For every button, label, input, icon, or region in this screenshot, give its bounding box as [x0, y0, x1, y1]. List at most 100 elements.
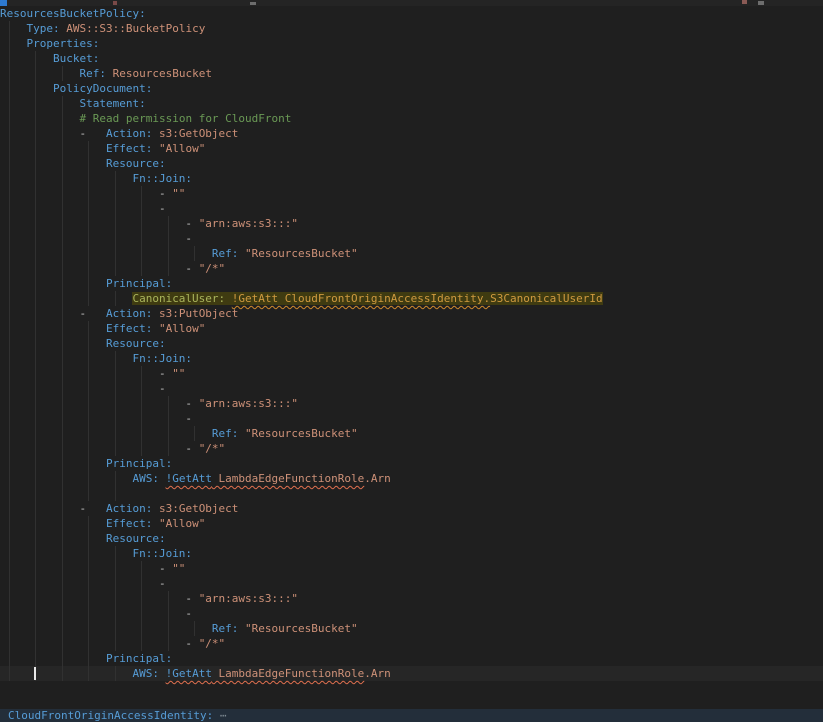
code-token: Fn::Join: [132, 172, 193, 185]
indent-guide [167, 411, 169, 426]
code-line[interactable]: CanonicalUser: !GetAtt CloudFrontOriginA… [0, 291, 823, 306]
code-line[interactable]: Properties: [0, 36, 823, 51]
code-token: CanonicalUser: [132, 292, 226, 305]
indent-guide [88, 411, 90, 426]
code-token: Resource: [105, 337, 166, 350]
indent-guide [88, 636, 90, 651]
indent-guide [9, 111, 10, 126]
indent-guide [35, 276, 37, 291]
code-line[interactable]: - "" [0, 561, 823, 576]
code-line[interactable]: - "" [0, 366, 823, 381]
code-line[interactable]: Ref: "ResourcesBucket" [0, 426, 823, 441]
code-line[interactable]: Principal: [0, 651, 823, 666]
code-token: - [0, 187, 173, 200]
code-line[interactable]: - Action: s3:GetObject [0, 501, 823, 516]
indent-guide [114, 411, 116, 426]
indent-guide [114, 381, 116, 396]
indent-guide [61, 351, 63, 366]
code-area[interactable]: ResourcesBucketPolicy: Type: AWS::S3::Bu… [0, 6, 823, 681]
code-line[interactable]: AWS: !GetAtt LambdaEdgeFunctionRole.Arn [0, 471, 823, 486]
code-token: - [0, 232, 193, 245]
indent-guide [61, 201, 63, 216]
indent-guide [114, 291, 116, 306]
code-line[interactable]: - "/*" [0, 261, 823, 276]
folded-next-resource-line[interactable]: CloudFrontOriginAccessIdentity: ⋯ [0, 709, 823, 722]
code-line[interactable]: - [0, 576, 823, 591]
code-line[interactable]: - "/*" [0, 441, 823, 456]
indent-guide [61, 606, 63, 621]
code-line[interactable]: Statement: [0, 96, 823, 111]
indent-guide [141, 381, 143, 396]
indent-guide [35, 411, 37, 426]
indent-guide [88, 621, 90, 636]
code-token: .Arn [364, 667, 391, 680]
indent-guide [88, 201, 90, 216]
code-line[interactable]: Fn::Join: [0, 351, 823, 366]
indent-guide [167, 216, 169, 231]
indent-guide [35, 216, 37, 231]
indent-guide [61, 576, 63, 591]
indent-guide [35, 186, 37, 201]
code-line[interactable]: - "arn:aws:s3:::" [0, 591, 823, 606]
code-line[interactable]: - "arn:aws:s3:::" [0, 216, 823, 231]
code-line[interactable]: ResourcesBucketPolicy: [0, 6, 823, 21]
code-line[interactable]: Principal: [0, 456, 823, 471]
text-cursor [34, 667, 36, 680]
code-line[interactable]: - Action: s3:PutObject [0, 306, 823, 321]
code-line[interactable]: Resource: [0, 531, 823, 546]
indent-guide [141, 606, 143, 621]
indent-guide [114, 396, 116, 411]
code-line[interactable]: Ref: "ResourcesBucket" [0, 621, 823, 636]
code-line[interactable]: Type: AWS::S3::BucketPolicy [0, 21, 823, 36]
code-line[interactable]: Effect: "Allow" [0, 516, 823, 531]
indent-guide [114, 426, 116, 441]
code-line[interactable]: - "arn:aws:s3:::" [0, 396, 823, 411]
indent-guide [35, 576, 37, 591]
code-line[interactable]: - [0, 606, 823, 621]
indent-guide [114, 561, 116, 576]
code-line[interactable]: PolicyDocument: [0, 81, 823, 96]
code-line[interactable]: - Action: s3:GetObject [0, 126, 823, 141]
code-token: S3CanonicalUserId [490, 292, 603, 305]
code-line[interactable]: Ref: "ResourcesBucket" [0, 246, 823, 261]
code-line[interactable]: - [0, 411, 823, 426]
code-line[interactable]: Effect: "Allow" [0, 321, 823, 336]
indent-guide [9, 501, 10, 516]
code-line[interactable]: Fn::Join: [0, 546, 823, 561]
code-line[interactable]: - [0, 381, 823, 396]
indent-guide [9, 531, 10, 546]
code-token: - [0, 607, 193, 620]
indent-guide [35, 246, 37, 261]
code-line[interactable]: AWS: !GetAtt LambdaEdgeFunctionRole.Arn [0, 666, 823, 681]
code-line[interactable]: Ref: ResourcesBucket [0, 66, 823, 81]
indent-guide [88, 171, 90, 186]
code-token: "/*" [198, 442, 226, 455]
indent-guide [88, 186, 90, 201]
indent-guide [167, 591, 169, 606]
code-line[interactable]: Resource: [0, 336, 823, 351]
code-token: s3:GetObject [158, 502, 239, 515]
code-line[interactable]: Principal: [0, 276, 823, 291]
code-line[interactable]: Fn::Join: [0, 171, 823, 186]
code-line[interactable]: # Read permission for CloudFront [0, 111, 823, 126]
code-line[interactable]: - "/*" [0, 636, 823, 651]
code-line[interactable]: - [0, 231, 823, 246]
code-line[interactable]: - "" [0, 186, 823, 201]
code-line[interactable]: Effect: "Allow" [0, 141, 823, 156]
code-line[interactable] [0, 486, 823, 501]
folded-ellipsis-icon[interactable]: ⋯ [213, 709, 227, 722]
code-token: "" [172, 187, 186, 200]
code-line[interactable]: Resource: [0, 156, 823, 171]
code-token: s3:PutObject [158, 307, 239, 320]
code-line[interactable]: Bucket: [0, 51, 823, 66]
code-editor[interactable]: ResourcesBucketPolicy: Type: AWS::S3::Bu… [0, 0, 823, 722]
code-line[interactable]: - [0, 201, 823, 216]
indent-guide [88, 591, 90, 606]
indent-guide [114, 441, 116, 456]
